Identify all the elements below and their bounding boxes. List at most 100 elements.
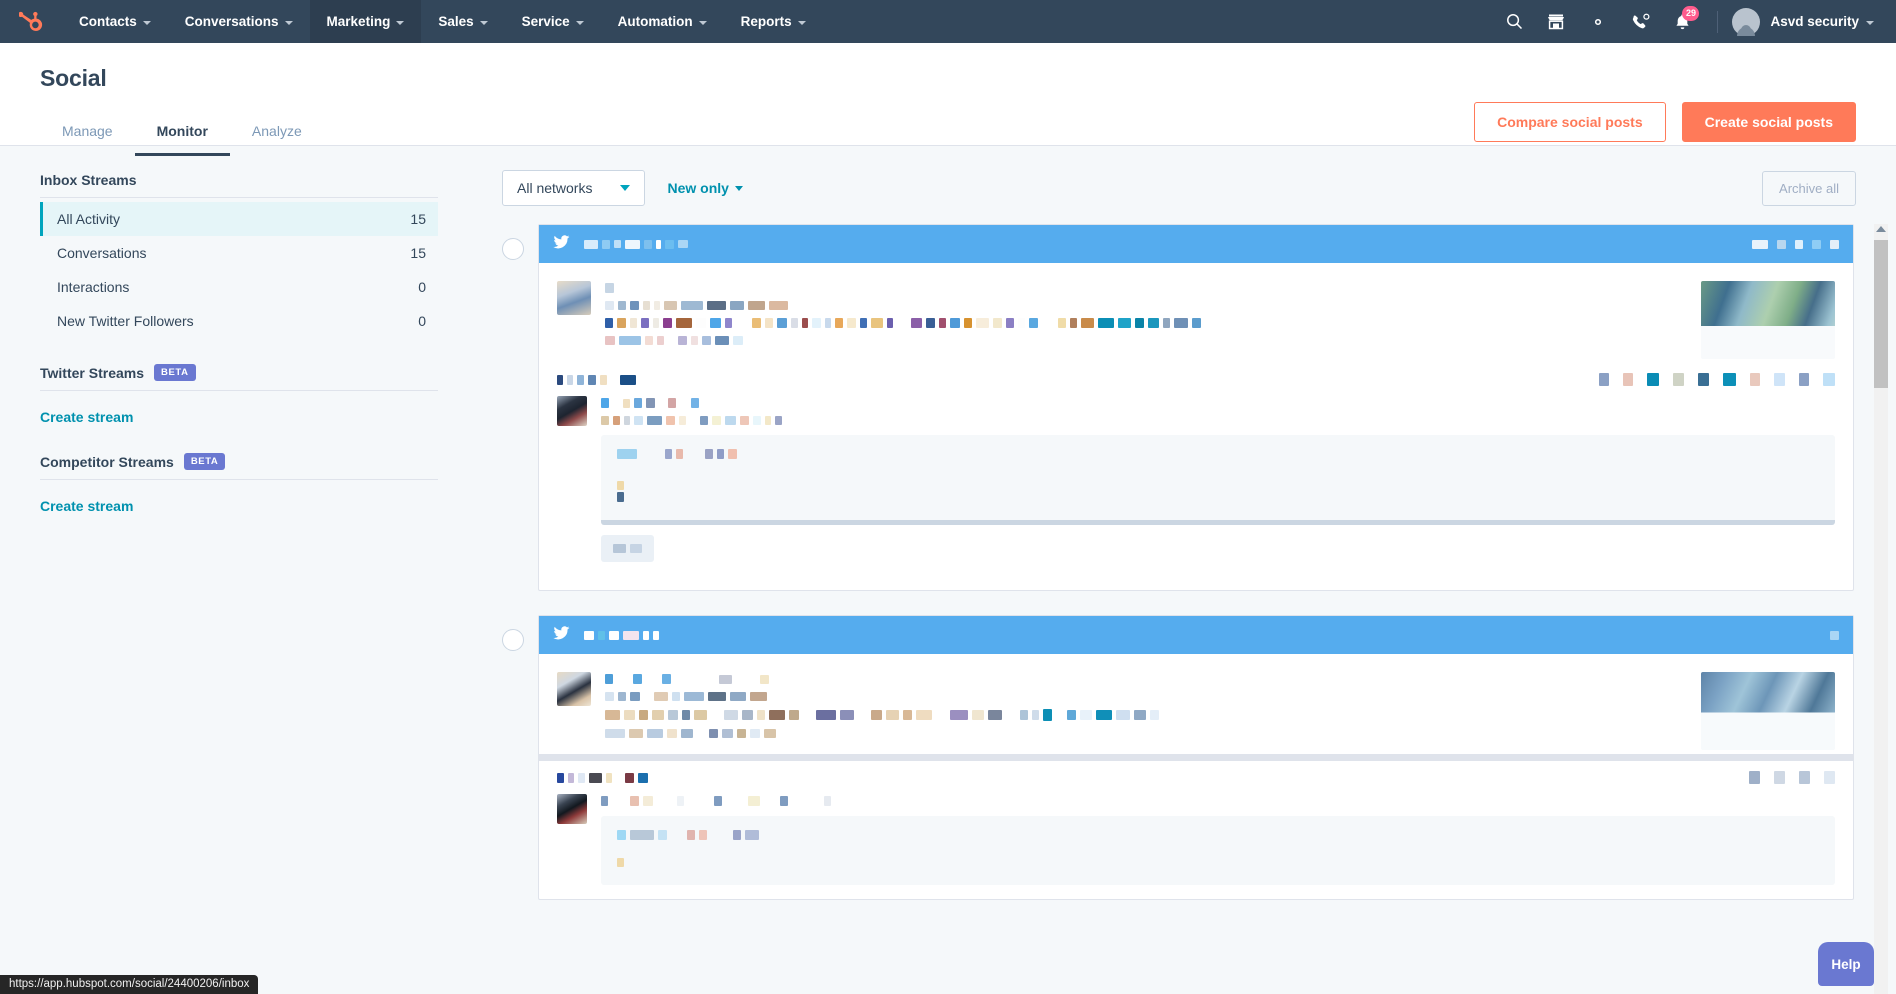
chevron-down-icon [142, 20, 151, 25]
list-item [502, 224, 1854, 591]
new-only-filter[interactable]: New only [667, 180, 743, 196]
feed-toolbar: All networks New only Archive all [478, 146, 1896, 224]
stream-label: All Activity [57, 211, 121, 227]
chevron-down-icon [1866, 20, 1874, 25]
reply-author-redacted [601, 796, 1835, 806]
nav-item-marketing[interactable]: Marketing [309, 0, 422, 43]
account-name-label: Asvd security [1770, 14, 1859, 29]
post-text-block [605, 281, 1671, 359]
nav-item-reports[interactable]: Reports [724, 0, 823, 43]
inbox-streams-heading: Inbox Streams [40, 172, 438, 198]
sidebar-item-interactions[interactable]: Interactions 0 [40, 270, 438, 304]
post-thumbnail-image[interactable] [1701, 672, 1835, 750]
scroll-up-arrow-icon[interactable] [1876, 226, 1886, 232]
post-header-actions[interactable] [1830, 630, 1839, 640]
post-body-redacted-line-1 [605, 709, 1671, 721]
chevron-down-icon [734, 185, 743, 191]
post-timestamp-redacted [557, 772, 648, 783]
chevron-down-icon [396, 20, 405, 25]
create-social-posts-button[interactable]: Create social posts [1681, 102, 1856, 142]
sidebar: Inbox Streams All Activity 15 Conversati… [0, 146, 478, 994]
nav-item-conversations[interactable]: Conversations [168, 0, 310, 43]
notifications-bell-icon[interactable]: 29 [1661, 0, 1703, 43]
feed-scroll-region [478, 224, 1896, 994]
feed-scrollbar[interactable] [1874, 224, 1888, 994]
post-select-checkbox[interactable] [502, 629, 524, 651]
post-author-redacted [605, 674, 1671, 684]
tab-monitor[interactable]: Monitor [134, 111, 230, 156]
nav-item-automation[interactable]: Automation [601, 0, 724, 43]
post-header-actions[interactable] [1752, 239, 1839, 249]
beta-badge: BETA [183, 453, 226, 470]
sidebar-item-conversations[interactable]: Conversations 15 [40, 236, 438, 270]
network-filter-select[interactable]: All networks [502, 170, 646, 206]
post-engagement-actions[interactable] [1749, 771, 1835, 784]
post-card [538, 224, 1854, 591]
nav-item-sales[interactable]: Sales [421, 0, 504, 43]
archive-all-button[interactable]: Archive all [1762, 170, 1856, 206]
body-wrapper: Inbox Streams All Activity 15 Conversati… [0, 146, 1896, 994]
page-title: Social [40, 65, 107, 91]
nav-item-label: Reports [740, 14, 792, 29]
nav-item-label: Sales [438, 14, 474, 29]
scrollbar-thumb[interactable] [1874, 240, 1888, 388]
reply-row [557, 794, 1835, 885]
compare-social-posts-button[interactable]: Compare social posts [1474, 102, 1666, 142]
stream-count: 15 [410, 245, 426, 261]
reply-row [557, 396, 1835, 576]
quote-text-redacted [617, 830, 1819, 840]
nav-item-service[interactable]: Service [505, 0, 601, 43]
section-title: Inbox Streams [40, 172, 137, 188]
search-icon[interactable] [1493, 0, 1535, 43]
browser-status-url: https://app.hubspot.com/social/24400206/… [0, 975, 259, 994]
post-thumbnail-image[interactable] [1701, 281, 1835, 359]
post-tag-pill[interactable] [601, 535, 654, 562]
post-card-body [539, 654, 1853, 754]
marketplace-icon[interactable] [1535, 0, 1577, 43]
create-competitor-stream-link[interactable]: Create stream [40, 484, 133, 514]
settings-gear-icon[interactable] [1577, 0, 1619, 43]
post-action-row [539, 363, 1853, 396]
chevron-down-icon [620, 185, 631, 191]
post-timestamp-redacted [557, 374, 636, 385]
quote-text-redacted-3 [617, 492, 1819, 502]
sidebar-item-all-activity[interactable]: All Activity 15 [40, 202, 438, 236]
post-card-header [539, 616, 1853, 654]
nav-item-label: Service [521, 14, 570, 29]
avatar[interactable] [1732, 7, 1761, 36]
stream-label: Interactions [57, 279, 130, 295]
tab-analyze[interactable]: Analyze [230, 111, 324, 156]
reply-author-redacted [601, 398, 1835, 408]
stream-count: 0 [418, 279, 426, 295]
account-menu[interactable]: Asvd security [1770, 14, 1874, 29]
reply-meta-redacted [601, 416, 1835, 425]
network-filter-value: All networks [517, 180, 593, 196]
quote-text-redacted [617, 449, 1819, 459]
post-meta-redacted [605, 692, 1671, 701]
feed-list [502, 224, 1896, 900]
nav-divider [1717, 10, 1719, 33]
tab-manage[interactable]: Manage [40, 111, 135, 156]
chevron-down-icon [479, 20, 488, 25]
post-reply-block [539, 794, 1853, 899]
hubspot-sprocket-logo-icon[interactable] [0, 9, 62, 35]
list-item [502, 615, 1854, 900]
new-only-label: New only [667, 180, 729, 196]
post-engagement-actions[interactable] [1599, 373, 1835, 386]
sidebar-item-new-twitter-followers[interactable]: New Twitter Followers 0 [40, 304, 438, 338]
chevron-down-icon [797, 20, 806, 25]
post-body-redacted-line-2 [605, 729, 1671, 738]
notification-count-badge: 29 [1682, 6, 1700, 21]
post-select-checkbox[interactable] [502, 238, 524, 260]
page-header: Social Compare social posts Create socia… [0, 43, 1896, 156]
reply-text-block [601, 396, 1835, 576]
post-content-row [557, 672, 1835, 750]
create-twitter-stream-link[interactable]: Create stream [40, 395, 133, 425]
nav-item-contacts[interactable]: Contacts [62, 0, 168, 43]
help-button[interactable]: Help [1818, 942, 1874, 986]
post-divider [539, 754, 1853, 761]
chevron-down-icon [575, 20, 584, 25]
post-meta-redacted [605, 301, 1671, 310]
calling-icon[interactable] [1619, 0, 1661, 43]
post-action-row [539, 761, 1853, 794]
